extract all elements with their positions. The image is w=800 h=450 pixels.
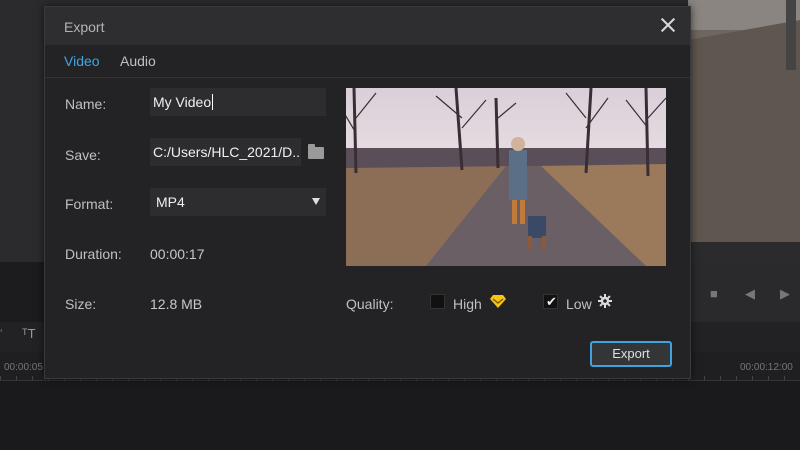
timeline-track [0,381,800,450]
duration-label: Duration: [65,246,122,262]
quality-low-label: Low [566,296,592,312]
tab-audio[interactable]: Audio [120,53,156,69]
dialog-titlebar: Export [45,7,690,45]
export-dialog: Export Video Audio Name: My Video Save: … [44,6,691,379]
quality-label: Quality: [346,296,394,312]
folder-icon[interactable] [308,144,324,159]
quality-high-label: High [453,296,482,312]
player-preview-image [688,0,800,242]
format-label: Format: [65,196,114,212]
checkmark-icon: ✔ [546,294,557,309]
save-label: Save: [65,147,101,163]
player-preview [688,0,800,242]
name-label: Name: [65,96,107,112]
format-select[interactable]: MP4 [150,188,326,216]
format-selected-value: MP4 [156,194,185,210]
preview-image [346,88,666,266]
play-icon[interactable]: ▶ [780,286,790,302]
text-tool-icon[interactable]: ᵀT [22,326,36,341]
dropdown-arrow-icon [312,198,320,205]
timeline-timestamp: 00:00:05 [4,362,43,373]
quality-low-checkbox[interactable]: ✔ [543,294,558,309]
export-tabs: Video Audio [45,45,690,78]
size-label: Size: [65,296,97,312]
close-icon[interactable] [657,14,679,36]
tab-video[interactable]: Video [64,53,100,69]
size-value: 12.8 MB [150,296,203,312]
export-button[interactable]: Export [590,341,672,367]
dialog-title: Export [64,19,105,35]
save-path-text: C:/Users/HLC_2021/D... [153,144,301,160]
duration-value: 00:00:17 [150,246,205,262]
timeline-timestamp: 00:00:12:00 [740,362,793,373]
video-preview-thumbnail [346,88,666,266]
premium-diamond-icon [490,295,506,308]
name-input[interactable]: My Video [150,88,326,116]
text-caret [212,94,214,110]
stop-icon[interactable]: ■ [710,286,718,301]
quality-high-checkbox[interactable] [430,294,445,309]
save-path-input[interactable]: C:/Users/HLC_2021/D... [150,138,301,166]
name-input-text: My Video [153,94,212,110]
marker-icon[interactable]: ʹ [0,326,2,341]
gear-icon[interactable] [598,294,612,308]
previous-frame-icon[interactable]: ◀ [745,286,755,302]
